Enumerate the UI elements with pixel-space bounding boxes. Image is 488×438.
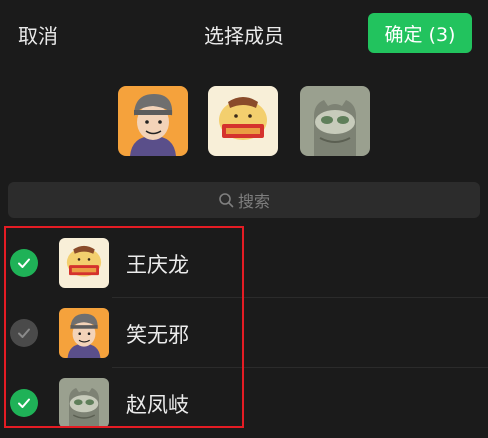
selected-members-strip — [0, 86, 488, 158]
list-item[interactable]: 赵凤岐 — [0, 368, 488, 438]
checkbox-disabled-checked — [10, 319, 38, 347]
confirm-button[interactable]: 确定 (3) — [368, 13, 472, 53]
avatar — [59, 308, 109, 358]
checkmark-icon — [18, 328, 30, 338]
checkbox-checked[interactable] — [10, 249, 38, 277]
selected-avatar-boy[interactable] — [118, 86, 188, 156]
avatar-cartoon-boy-icon — [59, 308, 109, 358]
selected-avatar-pudding[interactable] — [208, 86, 278, 156]
avatar-pompompurin-icon — [59, 238, 109, 288]
contact-name: 王庆龙 — [126, 253, 189, 277]
contact-name: 赵凤岐 — [126, 393, 189, 417]
select-members-screen: 取消 选择成员 确定 (3) 搜索 王庆龙 笑无邪 赵凤岐 — [0, 0, 488, 438]
avatar — [59, 378, 109, 428]
contact-name: 笑无邪 — [126, 323, 189, 347]
avatar-pompompurin-icon — [208, 86, 278, 156]
checkmark-icon — [18, 258, 30, 268]
checkmark-icon — [18, 398, 30, 408]
checkbox-checked[interactable] — [10, 389, 38, 417]
avatar-cat-icon — [300, 86, 370, 156]
header-bar: 取消 选择成员 确定 (3) — [0, 0, 488, 70]
avatar-cat-icon — [59, 378, 109, 428]
list-item[interactable]: 笑无邪 — [0, 298, 488, 368]
search-icon — [219, 193, 234, 208]
list-item[interactable]: 王庆龙 — [0, 228, 488, 298]
selected-avatar-cat[interactable] — [300, 86, 370, 156]
avatar — [59, 238, 109, 288]
avatar-cartoon-boy-icon — [118, 86, 188, 156]
search-input[interactable]: 搜索 — [8, 182, 480, 218]
search-placeholder: 搜索 — [237, 192, 270, 211]
